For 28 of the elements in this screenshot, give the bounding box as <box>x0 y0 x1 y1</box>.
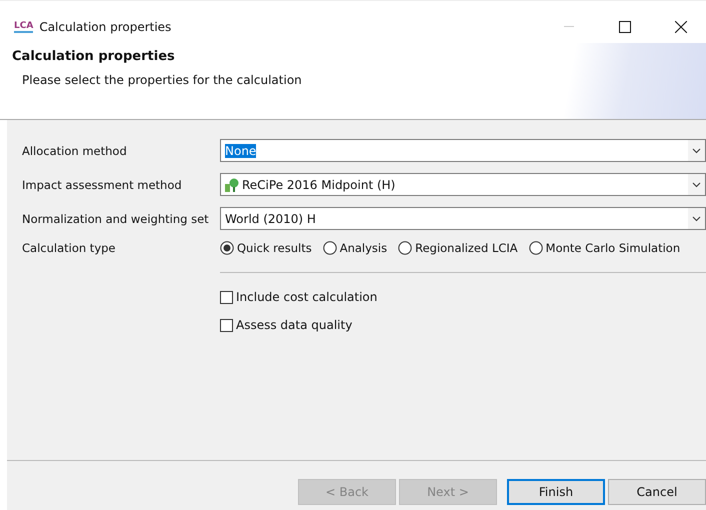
calculation-type-radio[interactable]: Monte Carlo Simulation <box>528 241 680 255</box>
dropdown-field[interactable]: None <box>220 139 706 162</box>
field-label: Impact assessment method <box>22 178 183 192</box>
close-icon[interactable] <box>675 21 687 33</box>
field-label: Normalization and weighting set <box>22 212 210 226</box>
app-logo: LCA <box>14 22 34 32</box>
checkbox-icon[interactable] <box>220 318 233 332</box>
calculation-type-radio[interactable]: Quick results <box>220 241 312 255</box>
dropdown-field[interactable]: ReCiPe 2016 Midpoint (H) <box>220 173 706 196</box>
maximize-icon[interactable] <box>619 21 631 33</box>
checkbox-icon[interactable] <box>220 290 233 304</box>
option-checkbox[interactable]: Include cost calculation <box>220 290 706 304</box>
option-checkbox[interactable]: Assess data quality <box>220 318 706 332</box>
dropdown-field[interactable]: World (2010) H <box>220 207 706 230</box>
page-description: Please select the properties for the calculation <box>22 73 303 87</box>
calculation-type-radio[interactable]: Analysis <box>322 241 388 255</box>
window-title: Calculation properties <box>39 20 172 34</box>
radio-icon[interactable] <box>220 241 234 255</box>
field-label: Allocation method <box>22 144 128 158</box>
tree-icon <box>225 178 239 192</box>
field-label: Calculation type <box>22 241 116 255</box>
dialog-button[interactable]: Cancel <box>608 479 706 505</box>
dialog-button[interactable]: Finish <box>507 479 605 505</box>
page-title: Calculation properties <box>12 49 176 64</box>
radio-icon[interactable] <box>528 241 543 255</box>
calculation-type-radio[interactable]: Regionalized LCIA <box>398 241 518 255</box>
radio-icon[interactable] <box>322 241 337 255</box>
radio-icon[interactable] <box>398 241 412 255</box>
